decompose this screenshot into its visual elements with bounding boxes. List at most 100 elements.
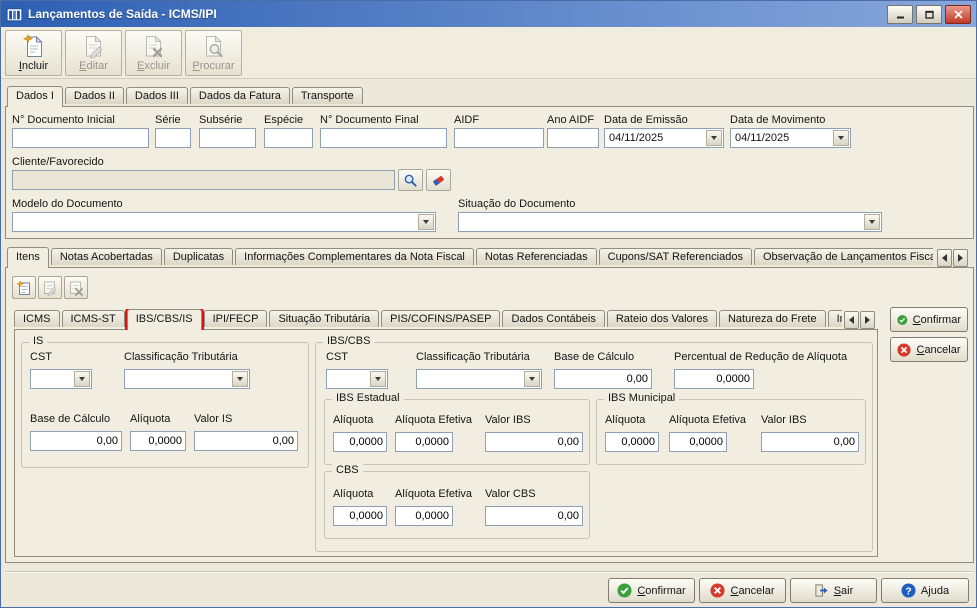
is-cst-combobox[interactable] [30,369,92,389]
item-cancelar-button[interactable]: Cancelar [890,337,968,362]
ibs-estadual-valor-input[interactable] [485,432,583,452]
modelo-label: Modelo do Documento [12,198,123,210]
tab-dados-da-fatura[interactable]: Dados da Fatura [189,87,290,104]
item-delete-button[interactable] [64,276,88,299]
tab-notas-referenciadas[interactable]: Notas Referenciadas [475,248,597,265]
procurar-button[interactable]: Procurar [185,30,242,76]
ajuda-button[interactable]: ? Ajuda [881,578,969,603]
new-item-icon [16,279,30,295]
cbs-valor-label: Valor CBS [485,488,536,500]
main-toolbar: Incluir Editar Excluir Procurar [1,27,976,79]
tab-icms-st[interactable]: ICMS-ST [61,310,125,327]
ibscbs-reducao-input[interactable] [674,369,754,389]
itens-tabs-scroll-left-button[interactable] [937,249,952,267]
tab-dados-contabeis[interactable]: Dados Contábeis [502,310,605,327]
tab-dados-ii[interactable]: Dados II [64,87,124,104]
confirmar-button[interactable]: Confirmar [608,578,695,603]
ibs-municipal-aliquota-input[interactable] [605,432,659,452]
incluir-button[interactable]: Incluir [5,30,62,76]
ibscbs-class-trib-combobox[interactable] [416,369,542,389]
cliente-input[interactable] [12,170,395,190]
is-class-trib-combobox[interactable] [124,369,250,389]
data-movimento-combobox[interactable]: 04/11/2025 [730,128,851,148]
chevron-down-icon[interactable] [833,130,849,146]
chevron-down-icon[interactable] [74,371,90,387]
ibscbs-cst-combobox[interactable] [326,369,388,389]
tab-dados-iii[interactable]: Dados III [125,87,188,104]
chevron-down-icon[interactable] [524,371,540,387]
cancelar-button[interactable]: Cancelar [699,578,786,603]
is-group-title: IS [29,335,48,347]
tab-cupons-sat[interactable]: Cupons/SAT Referenciados [598,248,752,265]
subserie-input[interactable] [199,128,256,148]
tab-ipi-fecp[interactable]: IPI/FECP [203,310,268,327]
chevron-down-icon[interactable] [370,371,386,387]
check-circle-icon [617,583,632,598]
especie-input[interactable] [264,128,313,148]
cbs-aliquota-input[interactable] [333,506,387,526]
arrow-right-icon [865,316,870,324]
minimize-button[interactable] [887,4,913,24]
cbs-valor-input[interactable] [485,506,583,526]
ibs-municipal-efetiva-input[interactable] [669,432,727,452]
sair-button[interactable]: Sair [790,578,877,603]
ibs-municipal-valor-input[interactable] [761,432,859,452]
cliente-clear-button[interactable] [426,169,451,191]
cliente-search-button[interactable] [398,169,423,191]
tab-transporte[interactable]: Transporte [291,87,363,104]
ibs-cbs-group-title: IBS/CBS [323,335,375,347]
doc-final-input[interactable] [320,128,447,148]
editar-button[interactable]: Editar [65,30,122,76]
aidf-input[interactable] [454,128,544,148]
ibs-estadual-aliquota-input[interactable] [333,432,387,452]
itens-tabs-scroll-right-button[interactable] [953,249,968,267]
tab-dados-i[interactable]: Dados I [7,86,63,107]
tab-ibs-cbs-is[interactable]: IBS/CBS/IS [124,309,204,330]
chevron-down-icon[interactable] [864,214,880,230]
doc-final-label: N° Documento Final [320,114,419,126]
tax-tabs-scroll-right-button[interactable] [860,311,875,329]
editar-label: Editar [79,60,108,72]
ibscbs-base-input[interactable] [554,369,652,389]
window-controls [887,4,971,24]
is-valor-input[interactable] [194,431,298,451]
is-base-input[interactable] [30,431,122,451]
tab-observacao-lancamentos[interactable]: Observação de Lançamentos Fiscais (C [753,248,933,265]
ibs-estadual-efetiva-input[interactable] [395,432,453,452]
is-aliquota-input[interactable] [130,431,186,451]
tab-icms[interactable]: ICMS [14,310,60,327]
modelo-combobox[interactable] [12,212,436,232]
tab-duplicatas[interactable]: Duplicatas [163,248,234,265]
tab-informacoes-complementares[interactable]: Informações Complementares da Nota Fisca… [235,248,474,265]
data-emissao-combobox[interactable]: 04/11/2025 [604,128,724,148]
tab-itens[interactable]: Itens [7,247,49,268]
chevron-down-icon[interactable] [706,130,722,146]
ibs-estadual-efetiva-label: Alíquota Efetiva [395,414,473,426]
tab-rateio-valores[interactable]: Rateio dos Valores [606,310,717,327]
tab-natureza-frete[interactable]: Natureza do Frete [718,310,826,327]
situacao-combobox[interactable] [458,212,882,232]
item-edit-button[interactable] [38,276,62,299]
ano-aidf-input[interactable] [547,128,599,148]
close-button[interactable] [945,4,971,24]
tab-informacoes[interactable]: Informações d [827,310,842,327]
tab-situacao-tributaria[interactable]: Situação Tributária [269,310,380,327]
chevron-down-icon[interactable] [232,371,248,387]
ibs-cbs-groupbox: IBS/CBS CST Classificação Tributária Bas… [315,335,873,552]
doc-inicial-input[interactable] [12,128,149,148]
item-add-button[interactable] [12,276,36,299]
ibs-estadual-valor-label: Valor IBS [485,414,531,426]
app-icon [6,6,23,23]
tab-pis-cofins-pasep[interactable]: PIS/COFINS/PASEP [381,310,501,327]
serie-input[interactable] [155,128,191,148]
edit-item-icon [44,281,57,296]
tab-notas-acobertadas[interactable]: Notas Acobertadas [50,248,162,265]
item-confirmar-button[interactable]: Confirmar [890,307,968,332]
chevron-down-icon[interactable] [418,214,434,230]
tax-tabs-scroll-left-button[interactable] [844,311,859,329]
ibs-cbs-is-panel: IS CST Classificação Tributária Base de … [14,329,878,557]
excluir-button[interactable]: Excluir [125,30,182,76]
maximize-button[interactable] [916,4,942,24]
cancelar-label: Cancelar [730,584,775,597]
cbs-efetiva-input[interactable] [395,506,453,526]
